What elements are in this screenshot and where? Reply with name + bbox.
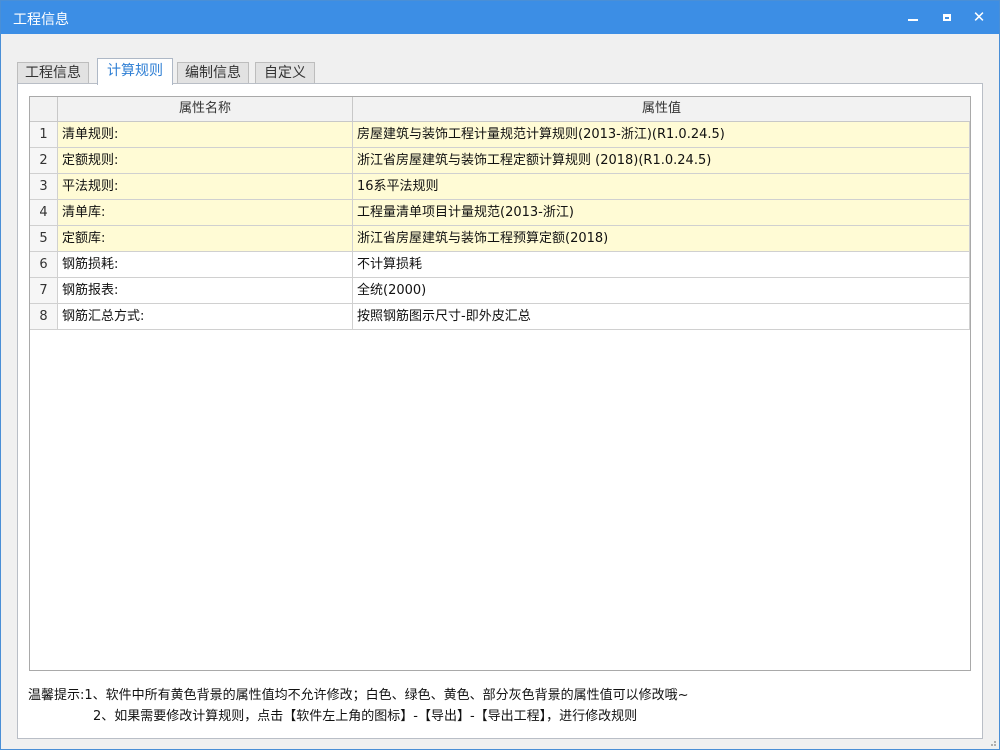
table-row[interactable]: 6 钢筋损耗: 不计算损耗 [30, 252, 972, 278]
column-header-value: 属性值 [641, 101, 681, 116]
property-value-cell[interactable]: 按照钢筋图示尺寸-即外皮汇总 [353, 304, 970, 330]
row-number: 6 [30, 252, 58, 278]
column-header-name: 属性名称 [58, 97, 353, 121]
project-info-window: 工程信息 ✕ 工程信息 计算规则 编制信息 自定义 属性名称 属性值 1 清单规则… [0, 0, 1000, 750]
property-name-cell: 定额规则: [58, 148, 353, 174]
tip-line-2: 2、如果需要修改计算规则，点击【软件左上角的图标】-【导出】-【导出工程】，进行… [93, 709, 638, 724]
table-row[interactable]: 8 钢筋汇总方式: 按照钢筋图示尺寸-即外皮汇总 [30, 304, 972, 330]
minimize-icon [908, 19, 918, 21]
close-icon: ✕ [972, 8, 986, 26]
table-row[interactable]: 3 平法规则: 16系平法规则 [30, 174, 972, 200]
tab-panel: 属性名称 属性值 1 清单规则: 房屋建筑与装饰工程计量规范计算规则(2013-浙江… [17, 83, 983, 739]
tab-project-info[interactable]: 工程信息 [17, 62, 89, 84]
row-number: 3 [30, 174, 58, 200]
row-number: 4 [30, 200, 58, 226]
tip-line-1: 温馨提示:1、软件中所有黄色背景的属性值均不允许修改；白色、绿色、黄色、部分灰色… [28, 688, 689, 703]
minimize-button[interactable] [901, 6, 925, 28]
property-name-cell: 钢筋汇总方式: [58, 304, 353, 330]
tab-custom[interactable]: 自定义 [255, 62, 315, 84]
property-value-cell[interactable]: 不计算损耗 [353, 252, 970, 278]
table-row[interactable]: 4 清单库: 工程量清单项目计量规范(2013-浙江) [30, 200, 972, 226]
row-number: 7 [30, 278, 58, 304]
property-grid: 属性名称 属性值 1 清单规则: 房屋建筑与装饰工程计量规范计算规则(2013-浙江… [29, 96, 971, 671]
window-title: 工程信息 [13, 12, 69, 28]
table-row[interactable]: 1 清单规则: 房屋建筑与装饰工程计量规范计算规则(2013-浙江)(R1.0.24… [30, 122, 972, 148]
tab-calc-rules[interactable]: 计算规则 [97, 58, 173, 85]
property-value-cell[interactable]: 工程量清单项目计量规范(2013-浙江) [353, 200, 970, 226]
table-row[interactable]: 5 定额库: 浙江省房屋建筑与装饰工程预算定额(2018) [30, 226, 972, 252]
tab-compile-info[interactable]: 编制信息 [177, 62, 249, 84]
property-value-cell[interactable]: 16系平法规则 [353, 174, 970, 200]
table-row[interactable]: 2 定额规则: 浙江省房屋建筑与装饰工程定额计算规则 (2018)(R1.0.24.… [30, 148, 972, 174]
maximize-icon [943, 13, 951, 21]
close-button[interactable]: ✕ [967, 6, 991, 28]
row-number: 2 [30, 148, 58, 174]
property-value-cell[interactable]: 浙江省房屋建筑与装饰工程定额计算规则 (2018)(R1.0.24.5) [353, 148, 970, 174]
maximize-button[interactable] [935, 6, 959, 28]
resize-grip-icon[interactable] [987, 737, 997, 747]
property-value-cell[interactable]: 房屋建筑与装饰工程计量规范计算规则(2013-浙江)(R1.0.24.5) [353, 122, 970, 148]
property-value-cell[interactable]: 全统(2000) [353, 278, 970, 304]
property-name-cell: 平法规则: [58, 174, 353, 200]
row-number-header [30, 97, 58, 121]
property-name-cell: 钢筋损耗: [58, 252, 353, 278]
property-name-cell: 清单库: [58, 200, 353, 226]
row-number: 1 [30, 122, 58, 148]
row-number: 8 [30, 304, 58, 330]
property-value-cell[interactable]: 浙江省房屋建筑与装饰工程预算定额(2018) [353, 226, 970, 252]
grid-header: 属性名称 属性值 [30, 97, 970, 122]
property-name-cell: 定额库: [58, 226, 353, 252]
table-row[interactable]: 7 钢筋报表: 全统(2000) [30, 278, 972, 304]
property-name-cell: 清单规则: [58, 122, 353, 148]
row-number: 5 [30, 226, 58, 252]
property-name-cell: 钢筋报表: [58, 278, 353, 304]
title-bar[interactable]: 工程信息 ✕ [1, 1, 999, 34]
